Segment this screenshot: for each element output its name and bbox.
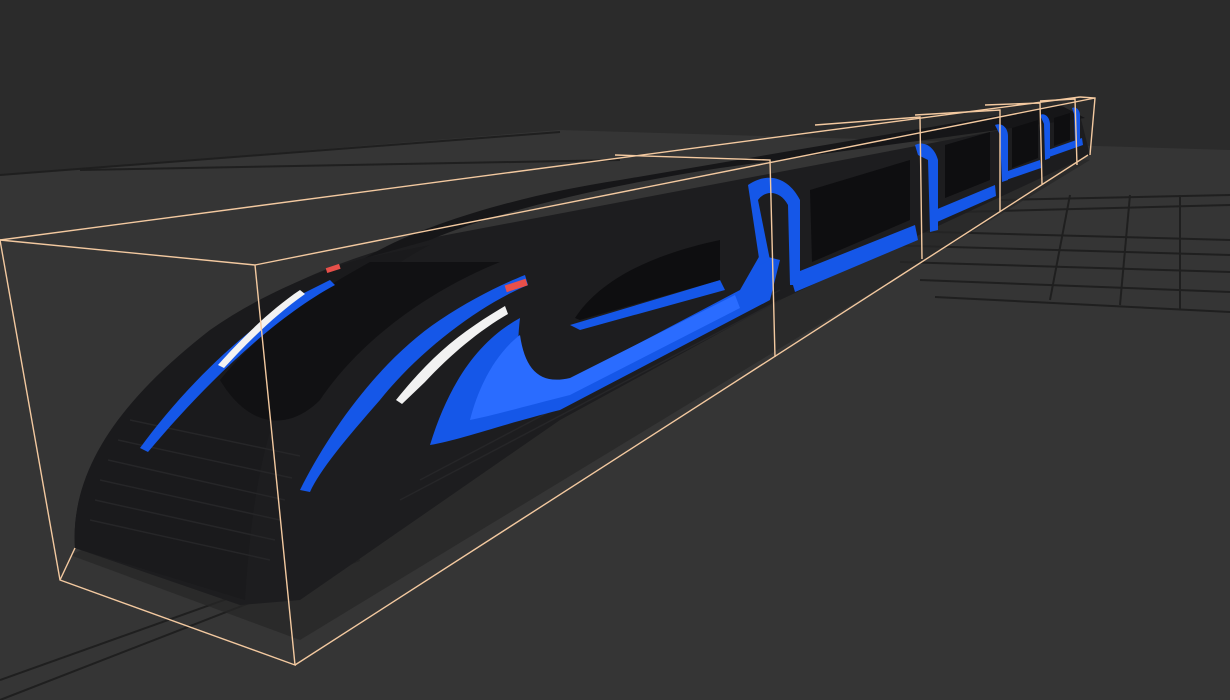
scene-canvas[interactable] xyxy=(0,0,1230,700)
3d-viewport[interactable] xyxy=(0,0,1230,700)
